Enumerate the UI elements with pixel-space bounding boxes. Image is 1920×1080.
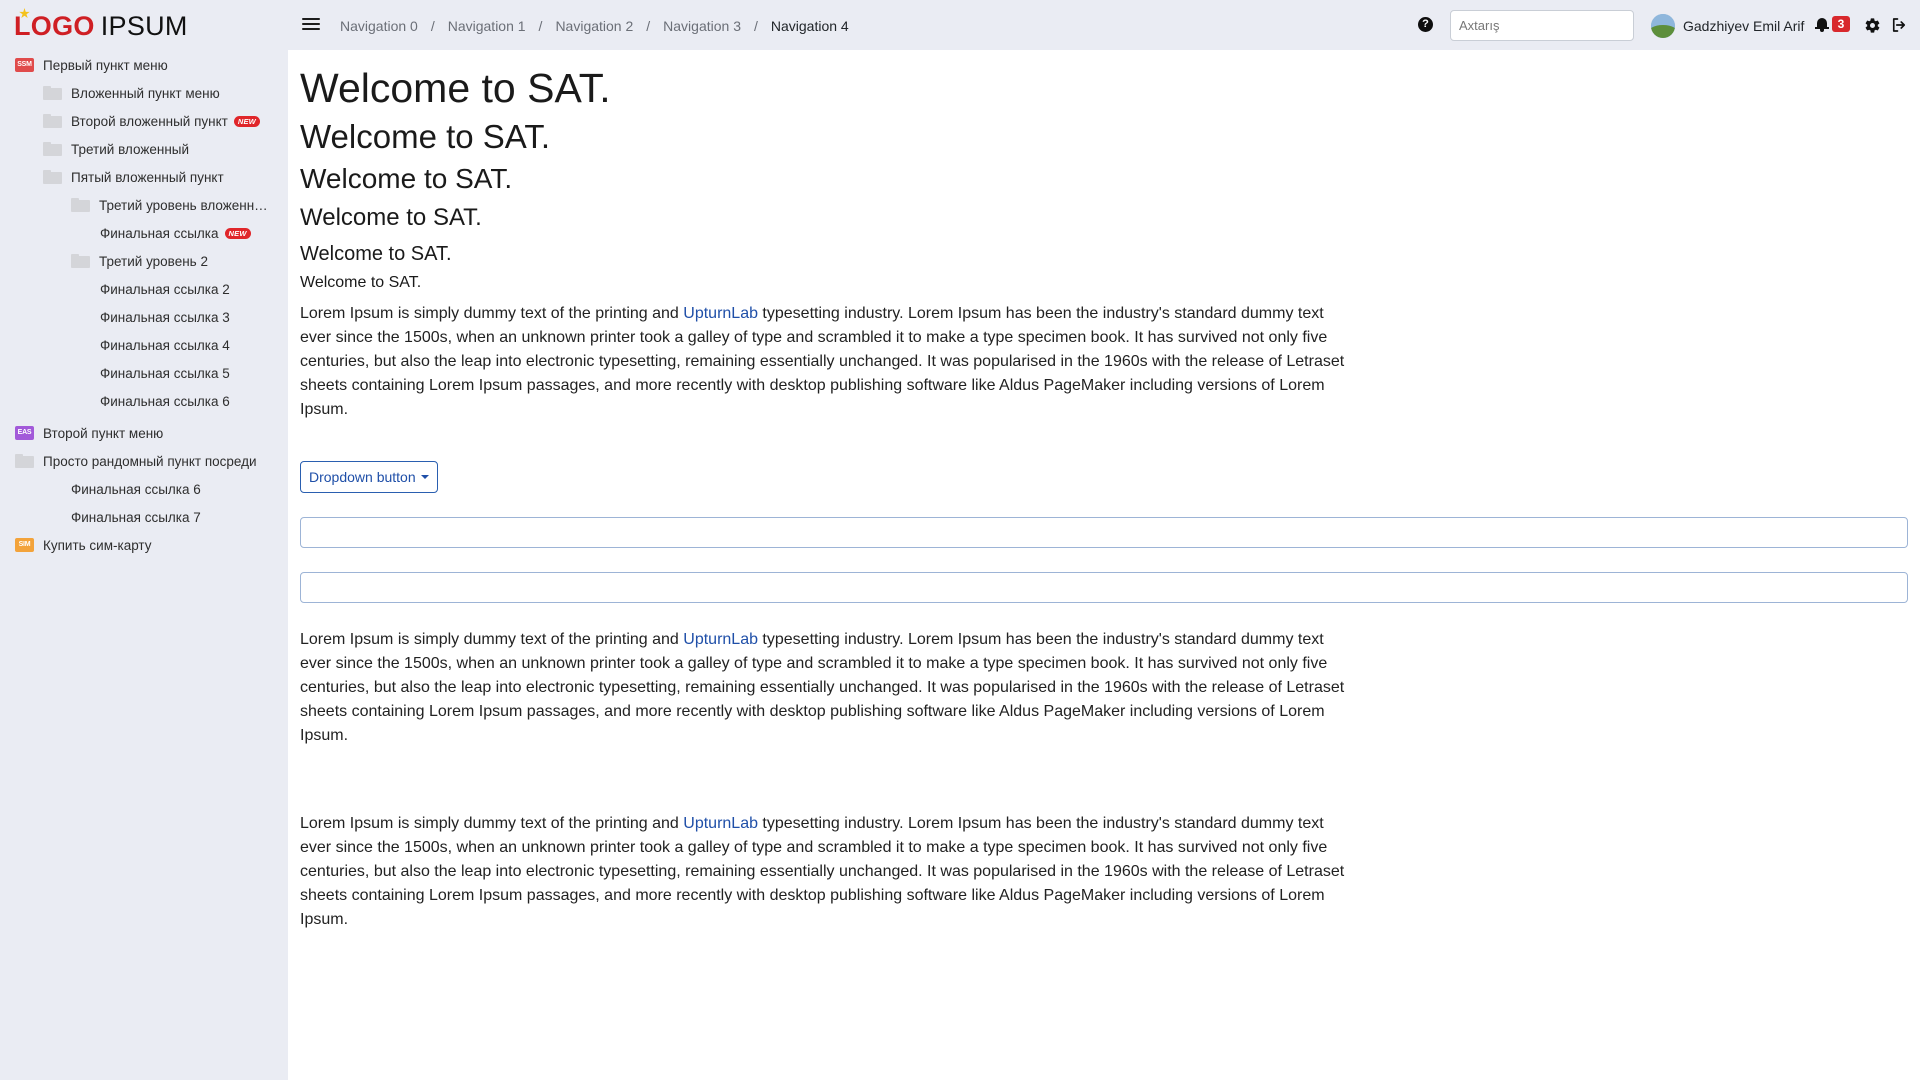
avatar xyxy=(1651,13,1675,38)
caret-down-icon xyxy=(420,475,429,479)
user-profile[interactable]: Gadzhiyev Emil Arif xyxy=(1651,13,1804,38)
folder-icon xyxy=(71,198,90,212)
breadcrumb-separator: / xyxy=(646,18,651,34)
upturnlab-link[interactable]: UpturnLab xyxy=(683,305,758,322)
sidebar-item-label: Финальная ссылка 6 xyxy=(71,481,201,497)
search-input[interactable] xyxy=(1450,10,1634,41)
sidebar-item-label: Третий вложенный xyxy=(71,141,190,157)
sidebar-item-label: Финальная ссылка xyxy=(100,225,219,241)
sidebar-item-second-nested[interactable]: Второй вложенный пункт NEW xyxy=(43,110,260,132)
upturnlab-link[interactable]: UpturnLab xyxy=(683,631,758,648)
logout-icon[interactable] xyxy=(1890,16,1908,34)
dropdown-button-label: Dropdown button xyxy=(309,469,416,485)
sidebar-item-final-link-7[interactable]: Финальная ссылка 7 xyxy=(71,506,201,528)
folder-icon xyxy=(15,454,34,468)
sidebar-item-random[interactable]: Просто рандомный пункт посреди xyxy=(15,450,257,472)
paragraph: Lorem Ipsum is simply dummy text of the … xyxy=(300,631,1345,744)
sidebar-item-final-link-5[interactable]: Финальная ссылка 5 xyxy=(100,362,230,384)
notification-bell-icon[interactable] xyxy=(1815,17,1829,32)
sidebar-item-label: Финальная ссылка 4 xyxy=(100,337,230,353)
text-input-1[interactable] xyxy=(300,517,1908,548)
sidebar-item-third-level[interactable]: Третий уровень вложенный пункт xyxy=(71,194,271,216)
eas-app-icon: EAS xyxy=(15,426,34,440)
notification-count-badge: 3 xyxy=(1832,16,1850,32)
sidebar-item-label: Второй пункт меню xyxy=(43,425,164,441)
folder-icon xyxy=(71,254,90,268)
upturnlab-link[interactable]: UpturnLab xyxy=(683,815,758,832)
heading-5: Welcome to SAT. xyxy=(300,243,452,265)
sidebar-item-label: Финальная ссылка 3 xyxy=(100,309,230,325)
breadcrumb-separator: / xyxy=(753,18,758,34)
folder-icon xyxy=(43,114,62,128)
breadcrumb: Navigation 0 / Navigation 1 / Navigation… xyxy=(340,17,849,35)
gear-icon[interactable] xyxy=(1864,17,1881,34)
sidebar-item-final-link-6b[interactable]: Финальная ссылка 6 xyxy=(71,478,201,500)
sidebar-item-first-menu[interactable]: SSM Первый пункт меню xyxy=(15,54,168,76)
sidebar-item-label: Пятый вложенный пункт xyxy=(71,169,224,185)
logo-text-secondary: IPSUM xyxy=(100,11,188,41)
sidebar-item-final-link-2[interactable]: Финальная ссылка 2 xyxy=(100,278,230,300)
user-name: Gadzhiyev Emil Arif xyxy=(1683,17,1805,34)
sidebar-item-label: Первый пункт меню xyxy=(43,57,168,73)
sidebar-item-final-link-4[interactable]: Финальная ссылка 4 xyxy=(100,334,230,356)
sidebar-item-third-level-2[interactable]: Третий уровень 2 xyxy=(71,250,208,272)
paragraph: Lorem Ipsum is simply dummy text of the … xyxy=(300,815,1345,928)
sidebar: SSM Первый пункт меню Вложенный пункт ме… xyxy=(0,50,288,1080)
hamburger-menu-icon[interactable] xyxy=(301,16,323,34)
sidebar-item-label: Финальная ссылка 7 xyxy=(71,509,201,525)
sidebar-item-nested[interactable]: Вложенный пункт меню xyxy=(43,82,220,104)
sidebar-item-label: Третий уровень 2 xyxy=(99,253,208,269)
logo-text-primary: LOGO xyxy=(14,8,95,41)
breadcrumb-separator: / xyxy=(430,18,435,34)
sidebar-item-final-link[interactable]: Финальная ссылка NEW xyxy=(100,222,251,244)
folder-icon xyxy=(43,142,62,156)
heading-1: Welcome to SAT. xyxy=(300,65,611,111)
folder-icon xyxy=(43,170,62,184)
sidebar-item-label: Вложенный пункт меню xyxy=(71,85,220,101)
sidebar-item-second-menu[interactable]: EAS Второй пункт меню xyxy=(15,422,163,444)
top-bar: LOGO IPSUM Navigation 0 / Navigation 1 / … xyxy=(0,0,1920,50)
paragraph: Lorem Ipsum is simply dummy text of the … xyxy=(300,305,1345,418)
dropdown-button[interactable]: Dropdown button xyxy=(300,461,438,493)
logo[interactable]: LOGO IPSUM xyxy=(14,8,188,41)
sidebar-item-label: Третий уровень вложенный пункт xyxy=(99,197,271,213)
sidebar-item-fifth-nested[interactable]: Пятый вложенный пункт xyxy=(43,166,224,188)
heading-3: Welcome to SAT. xyxy=(300,163,513,194)
breadcrumb-item-2[interactable]: Navigation 2 xyxy=(555,17,633,35)
sidebar-item-final-link-3[interactable]: Финальная ссылка 3 xyxy=(100,306,230,328)
breadcrumb-separator: / xyxy=(538,18,543,34)
sidebar-item-label: Второй вложенный пункт xyxy=(71,113,228,129)
main-content: Welcome to SAT. Welcome to SAT. Welcome … xyxy=(288,50,1920,1080)
sidebar-item-label: Финальная ссылка 5 xyxy=(100,365,230,381)
sidebar-item-label: Финальная ссылка 6 xyxy=(100,393,230,409)
breadcrumb-item-3[interactable]: Navigation 3 xyxy=(663,17,741,35)
breadcrumb-item-current: Navigation 4 xyxy=(770,18,849,34)
sidebar-item-third-nested[interactable]: Третий вложенный xyxy=(43,138,189,160)
sidebar-item-label: Купить сим-карту xyxy=(43,537,152,553)
sidebar-item-label: Просто рандомный пункт посреди xyxy=(43,453,257,469)
sim-card-icon: SIM xyxy=(15,538,34,552)
help-icon[interactable]: ? xyxy=(1418,17,1433,32)
ssm-app-icon: SSM xyxy=(15,58,34,72)
heading-4: Welcome to SAT. xyxy=(300,204,482,231)
breadcrumb-item-0[interactable]: Navigation 0 xyxy=(340,17,418,35)
folder-icon xyxy=(43,86,62,100)
breadcrumb-item-1[interactable]: Navigation 1 xyxy=(448,17,526,35)
sidebar-item-final-link-6[interactable]: Финальная ссылка 6 xyxy=(100,390,230,412)
new-badge: NEW xyxy=(224,227,251,239)
sidebar-item-buy-sim[interactable]: SIM Купить сим-карту xyxy=(15,534,152,556)
heading-2: Welcome to SAT. xyxy=(300,118,551,155)
heading-6: Welcome to SAT. xyxy=(300,274,422,291)
sidebar-item-label: Финальная ссылка 2 xyxy=(100,281,230,297)
new-badge: NEW xyxy=(233,115,260,127)
text-input-2[interactable] xyxy=(300,572,1908,603)
